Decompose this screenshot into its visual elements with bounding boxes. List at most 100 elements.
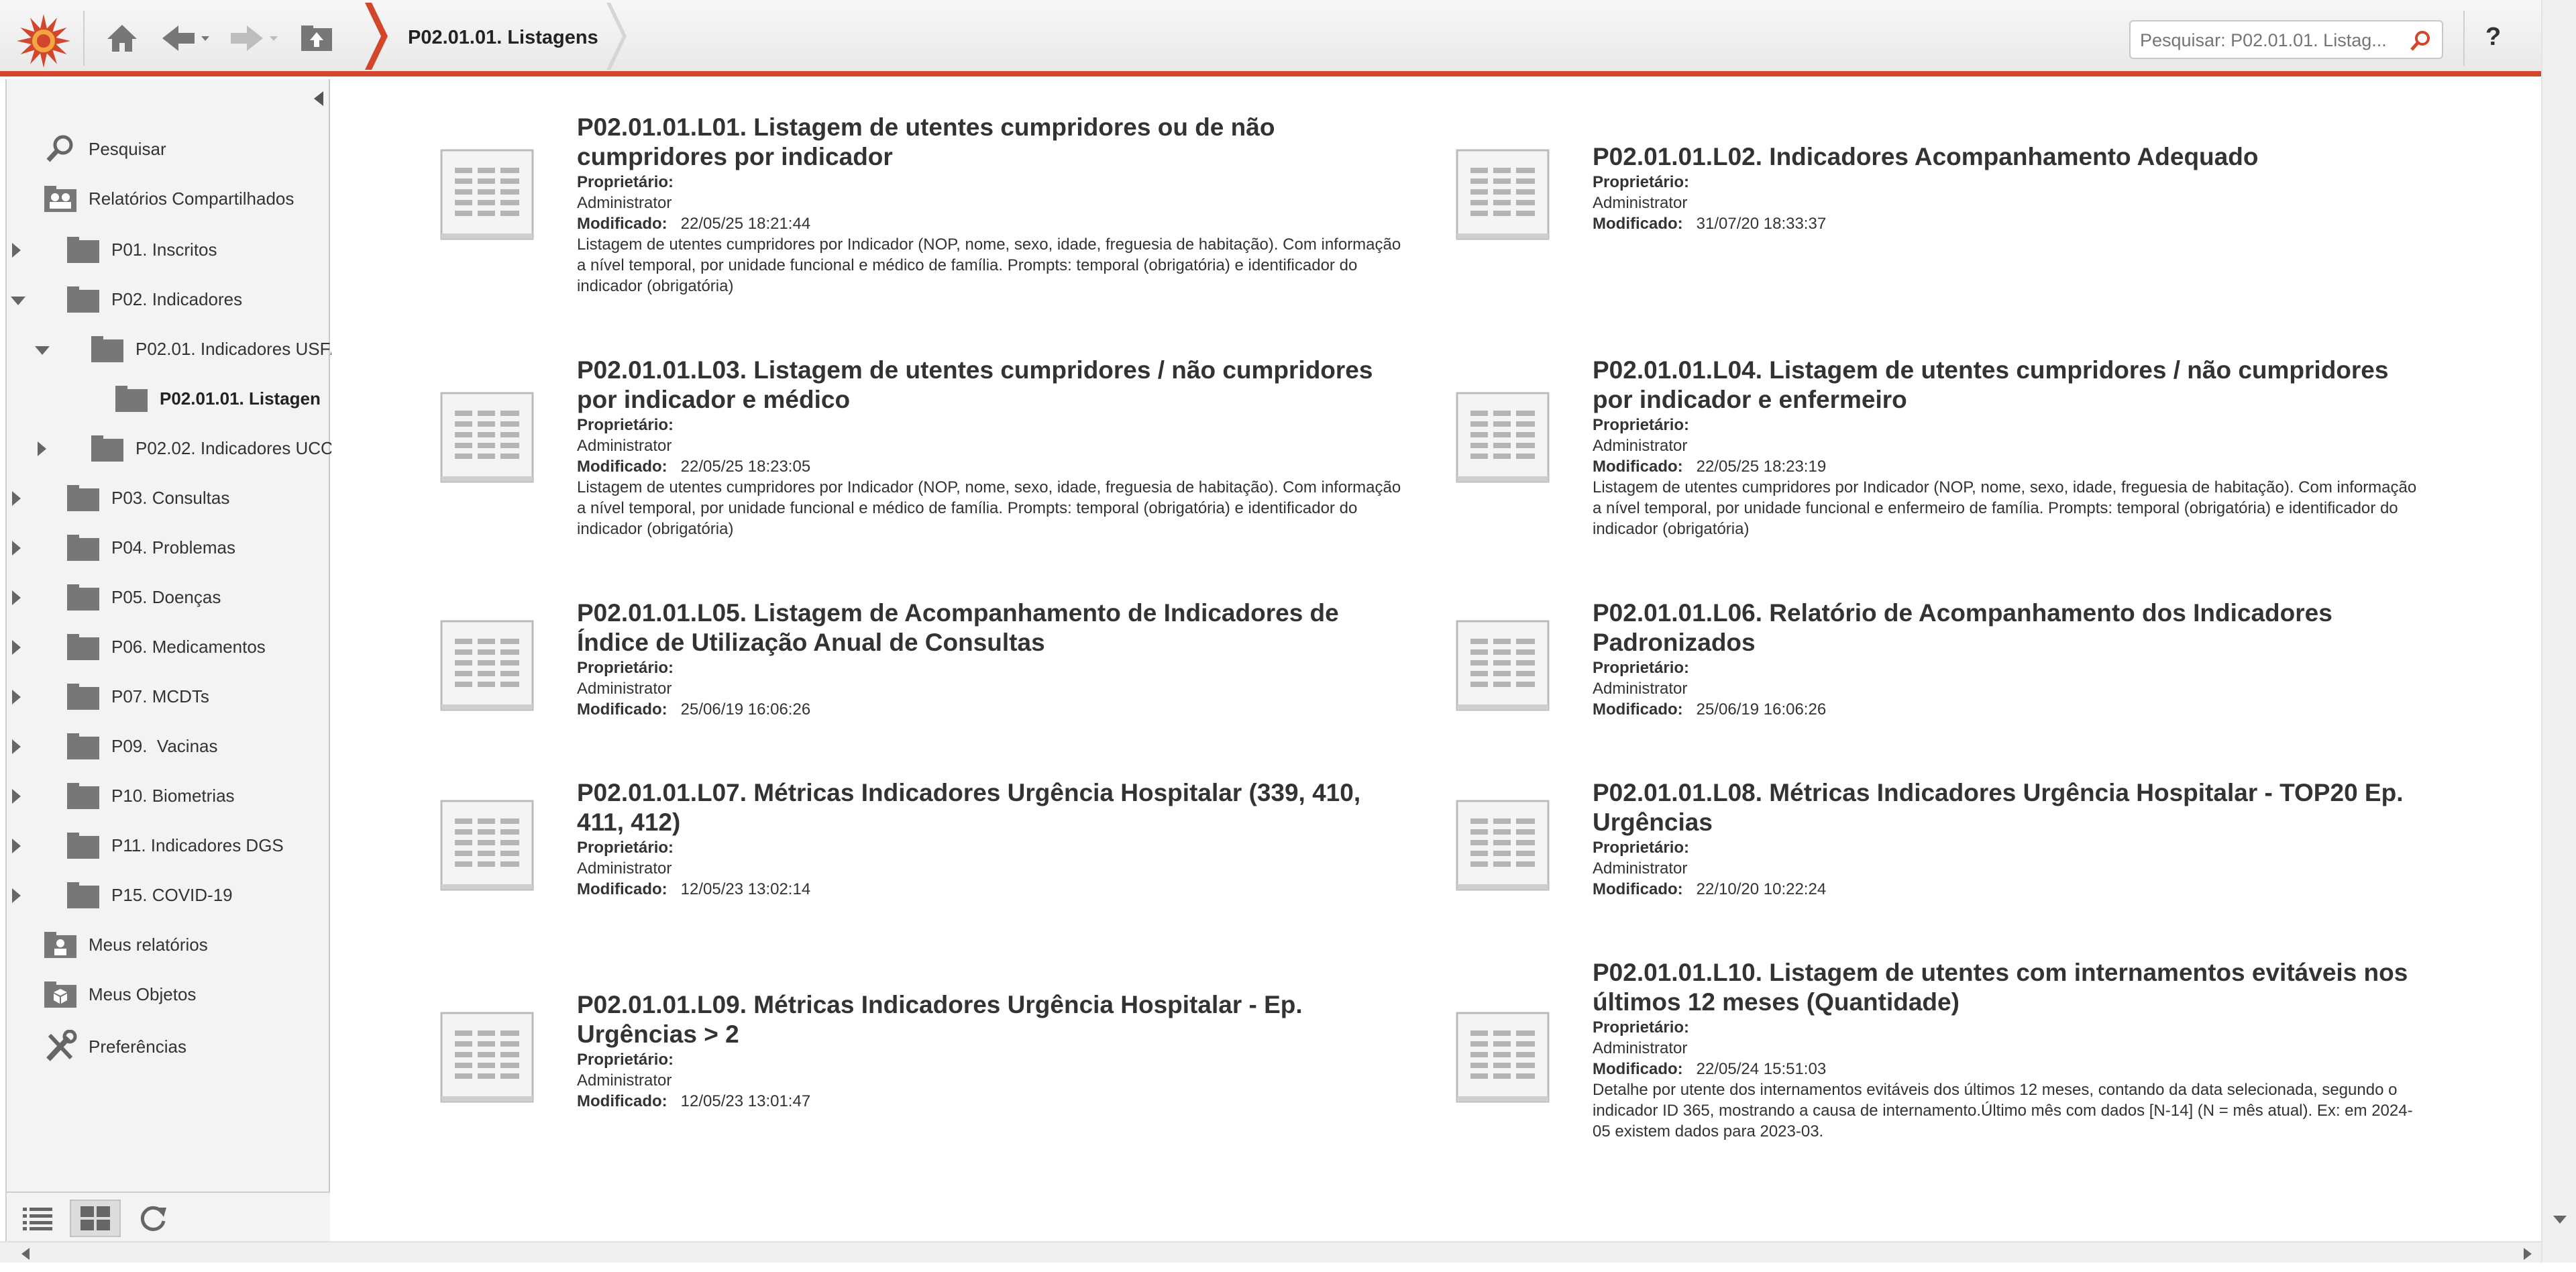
report-title[interactable]: P02.01.01.L06. Relatório de Acompanhamen… <box>1593 598 2418 657</box>
search-input[interactable] <box>2140 28 2402 52</box>
sidebar-item-label: P02. Indicadores <box>111 288 243 309</box>
sidebar-item-p02-01-01[interactable]: P02.01.01. Listagen <box>113 378 321 419</box>
scroll-left-icon[interactable] <box>19 1247 32 1261</box>
report-title[interactable]: P02.01.01.L03. Listagem de utentes cumpr… <box>577 356 1402 415</box>
report-description: Listagem de utentes cumpridores por Indi… <box>1593 478 2417 538</box>
sidebar-item-p03[interactable]: P03. Consultas <box>64 478 229 518</box>
expand-arrow-icon[interactable] <box>12 839 21 853</box>
expand-arrow-icon[interactable] <box>12 243 21 258</box>
scroll-right-icon[interactable] <box>2521 1247 2534 1261</box>
sidebar-item-p15[interactable]: P15. COVID-19 <box>64 875 233 915</box>
sidebar-item-label: Pesquisar <box>89 138 166 159</box>
scroll-down-icon[interactable] <box>2552 1213 2568 1226</box>
report-title[interactable]: P02.01.01.L01. Listagem de utentes cumpr… <box>577 113 1402 172</box>
sidebar-item-p04[interactable]: P04. Problemas <box>64 527 235 568</box>
forward-button[interactable] <box>228 16 282 60</box>
help-button[interactable]: ? <box>2485 23 2501 52</box>
expand-arrow-icon[interactable] <box>12 739 21 754</box>
forward-icon <box>231 25 278 51</box>
report-modified: 12/05/23 13:01:47 <box>680 1092 811 1110</box>
report-icon[interactable] <box>439 619 535 712</box>
report-owner: Administrator <box>577 859 672 878</box>
sidebar-view-toolbar <box>7 1191 330 1241</box>
sidebar-item-search[interactable]: Pesquisar <box>42 129 166 169</box>
expand-arrow-icon[interactable] <box>12 590 21 605</box>
collapse-sidebar-icon[interactable] <box>310 89 327 109</box>
my-reports-icon <box>42 928 79 961</box>
sidebar-item-p07[interactable]: P07. MCDTs <box>64 676 209 717</box>
app-logo-icon[interactable] <box>15 12 72 70</box>
report-title[interactable]: P02.01.01.L08. Métricas Indicadores Urgê… <box>1593 778 2418 837</box>
sidebar-item-p01[interactable]: P01. Inscritos <box>64 229 217 270</box>
home-button[interactable] <box>102 16 142 60</box>
sidebar-item-p05[interactable]: P05. Doenças <box>64 577 221 617</box>
sidebar-item-p11[interactable]: P11. Indicadores DGS <box>64 825 284 865</box>
sidebar-item-label: P10. Biometrias <box>111 785 235 806</box>
sidebar-item-p10[interactable]: P10. Biometrias <box>64 776 235 816</box>
report-title[interactable]: P02.01.01.L02. Indicadores Acompanhament… <box>1593 142 2418 172</box>
report-modified: 22/05/25 18:23:05 <box>680 458 811 476</box>
sidebar-item-p02-01[interactable]: P02.01. Indicadores USF/ <box>89 329 335 369</box>
report-icon[interactable] <box>439 148 535 242</box>
up-folder-button[interactable] <box>297 16 337 60</box>
expand-arrow-icon[interactable] <box>12 640 21 655</box>
list-view-button[interactable] <box>12 1200 63 1237</box>
refresh-button[interactable] <box>127 1200 178 1237</box>
vertical-scrollbar[interactable] <box>2541 0 2576 1263</box>
report-modified: 22/10/20 10:22:24 <box>1696 880 1827 898</box>
report-title[interactable]: P02.01.01.L04. Listagem de utentes cumpr… <box>1593 356 2418 415</box>
collapse-arrow-icon[interactable] <box>35 346 50 355</box>
search-field[interactable] <box>2129 20 2443 59</box>
expand-arrow-icon[interactable] <box>12 491 21 506</box>
report-owner: Administrator <box>1593 437 1688 455</box>
toolbar-divider <box>83 11 85 66</box>
folder-icon <box>64 580 102 614</box>
report-owner: Administrator <box>577 680 672 698</box>
report-icon[interactable] <box>1454 798 1551 892</box>
sidebar-item-label: P07. MCDTs <box>111 686 209 706</box>
report-title[interactable]: P02.01.01.L05. Listagem de Acompanhament… <box>577 598 1402 657</box>
report-modified: 22/05/24 15:51:03 <box>1696 1060 1827 1078</box>
grid-view-icon <box>80 1206 110 1230</box>
sidebar-item-p09[interactable]: P09. Vacinas <box>64 726 218 766</box>
horizontal-scrollbar[interactable] <box>0 1241 2541 1263</box>
collapse-arrow-icon[interactable] <box>11 297 25 305</box>
report-icon[interactable] <box>1454 1010 1551 1104</box>
sidebar-item-label: P02.01. Indicadores USF/ <box>136 338 335 359</box>
back-button[interactable] <box>160 16 213 60</box>
expand-arrow-icon[interactable] <box>12 789 21 804</box>
owner-label: Proprietário: <box>577 839 674 857</box>
sidebar-item-my-objects[interactable]: Meus Objetos <box>42 974 196 1014</box>
my-objects-icon <box>42 977 79 1011</box>
sidebar-item-p02[interactable]: P02. Indicadores <box>64 279 242 319</box>
report-icon[interactable] <box>439 1010 535 1104</box>
owner-label: Proprietário: <box>1593 173 1690 191</box>
sidebar-item-preferences[interactable]: Preferências <box>42 1026 186 1067</box>
expand-arrow-icon[interactable] <box>12 541 21 555</box>
report-icon[interactable] <box>1454 148 1551 242</box>
expand-arrow-icon[interactable] <box>12 690 21 704</box>
sidebar-item-p02-02[interactable]: P02.02. Indicadores UCC <box>89 428 333 468</box>
report-icon[interactable] <box>1454 390 1551 484</box>
sidebar-item-my-reports[interactable]: Meus relatórios <box>42 924 208 965</box>
report-title[interactable]: P02.01.01.L07. Métricas Indicadores Urgê… <box>577 778 1402 837</box>
folder-icon <box>113 382 150 415</box>
report-title[interactable]: P02.01.01.L09. Métricas Indicadores Urgê… <box>577 990 1402 1049</box>
report-icon[interactable] <box>439 798 535 892</box>
preferences-icon <box>42 1030 79 1063</box>
expand-arrow-icon[interactable] <box>12 888 21 903</box>
sidebar-item-shared-reports[interactable]: Relatórios Compartilhados <box>42 178 294 219</box>
breadcrumb-current[interactable]: P02.01.01. Listagens <box>408 27 598 49</box>
refresh-icon <box>140 1206 166 1231</box>
expand-arrow-icon[interactable] <box>38 441 46 456</box>
grid-view-button[interactable] <box>70 1200 121 1237</box>
report-icon[interactable] <box>439 390 535 484</box>
sidebar-item-p06[interactable]: P06. Medicamentos <box>64 627 266 667</box>
sidebar-item-label: P15. COVID-19 <box>111 884 233 905</box>
folder-icon <box>64 680 102 713</box>
report-icon[interactable] <box>1454 619 1551 712</box>
report-title[interactable]: P02.01.01.L10. Listagem de utentes com i… <box>1593 958 2418 1017</box>
search-icon[interactable] <box>2410 30 2432 56</box>
report-owner: Administrator <box>577 1071 672 1090</box>
report-description: Listagem de utentes cumpridores por Indi… <box>577 478 1401 538</box>
